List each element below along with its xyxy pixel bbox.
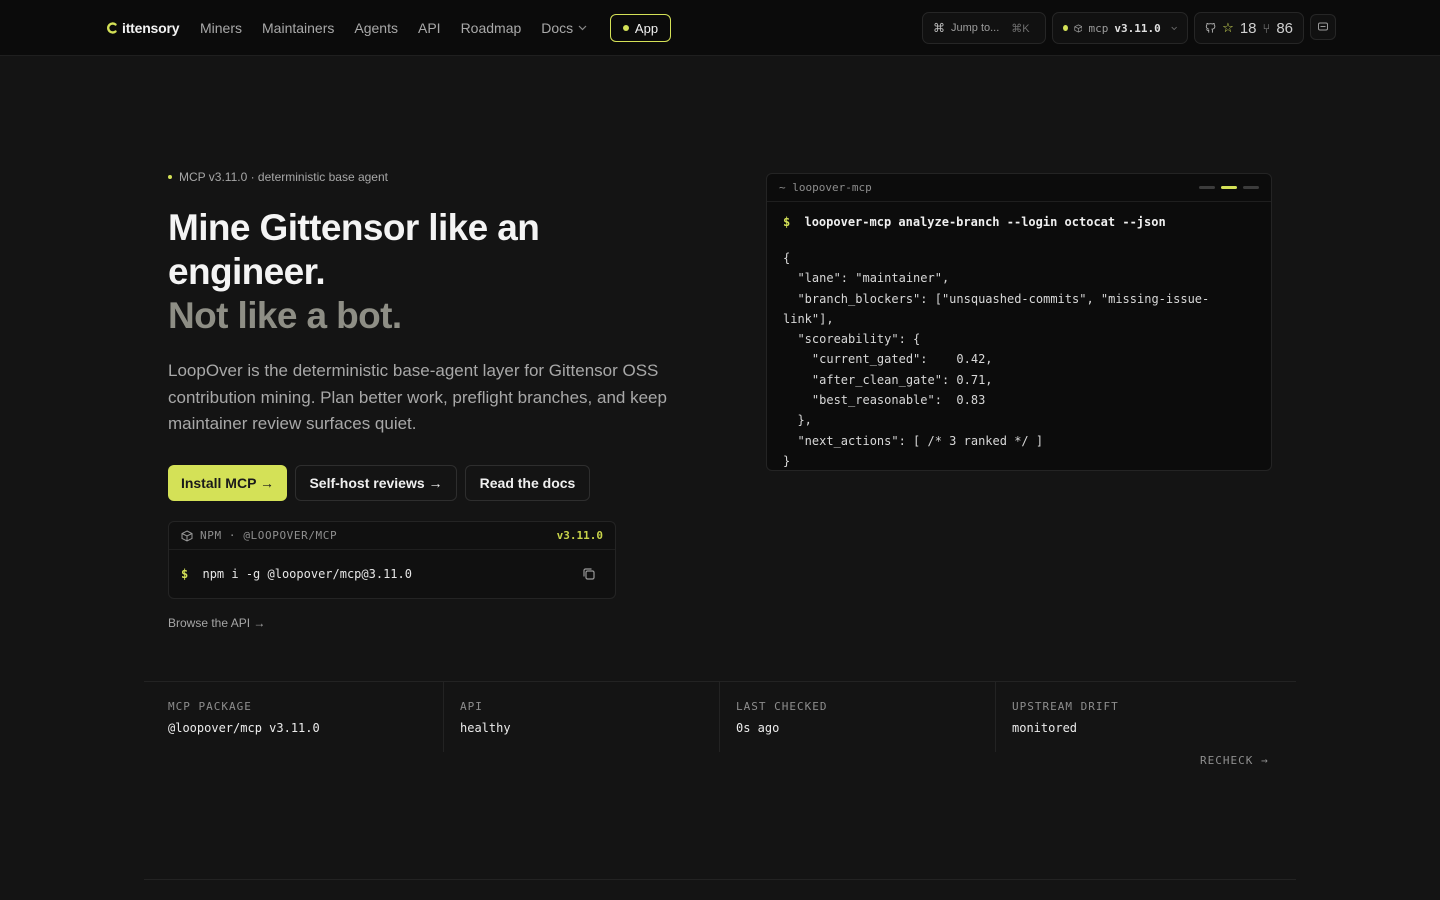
- terminal-tab-indicator-active[interactable]: [1221, 186, 1237, 189]
- nav-link-api[interactable]: API: [418, 20, 441, 36]
- mcp-version: v3.11.0: [1114, 21, 1161, 35]
- copy-icon[interactable]: [581, 566, 597, 582]
- brand-logo[interactable]: ittensory: [106, 18, 180, 38]
- npm-install-command: npm i -g @loopover/mcp@3.11.0: [202, 567, 412, 581]
- shell-prompt: $: [783, 215, 791, 229]
- browse-api-link[interactable]: Browse the API →: [168, 616, 265, 630]
- status-dot-icon: [1063, 25, 1068, 31]
- command-icon: ⌘: [933, 21, 945, 35]
- terminal-tab-indicator[interactable]: [1243, 186, 1259, 189]
- brand-name: ittensory: [122, 20, 180, 36]
- self-host-reviews-button[interactable]: Self-host reviews →: [295, 465, 457, 501]
- nav-link-miners[interactable]: Miners: [200, 20, 242, 36]
- status-value: monitored: [1012, 721, 1078, 735]
- status-value: healthy: [460, 721, 511, 735]
- status-label: API: [460, 700, 483, 713]
- mcp-label: mcp: [1088, 21, 1109, 35]
- terminal-title: ~ loopover-mcp: [779, 181, 872, 194]
- install-mcp-button[interactable]: Install MCP →: [168, 465, 287, 501]
- nav-link-agents[interactable]: Agents: [354, 20, 398, 36]
- brand-mark-icon: [106, 22, 117, 34]
- status-upstream-drift: UPSTREAM DRIFT monitored: [995, 682, 1275, 752]
- eyebrow-dot-icon: [168, 175, 172, 179]
- app-button[interactable]: App: [610, 14, 671, 42]
- npm-command-row: $ npm i -g @loopover/mcp@3.11.0: [169, 550, 615, 598]
- hero-headline: Mine Gittensor like an engineer. Not lik…: [168, 206, 688, 338]
- jump-to-label: Jump to...: [951, 22, 1000, 34]
- star-icon: ☆: [1222, 20, 1234, 35]
- npm-package-label: NPM · @LOOPOVER/MCP: [200, 529, 338, 542]
- status-label: MCP PACKAGE: [168, 700, 252, 713]
- fork-count: 86: [1276, 19, 1293, 37]
- npm-install-card: NPM · @LOOPOVER/MCP v3.11.0 $ npm i -g @…: [168, 521, 616, 599]
- jump-to-search[interactable]: ⌘ Jump to... ⌘K: [922, 12, 1046, 44]
- status-label: UPSTREAM DRIFT: [1012, 700, 1119, 713]
- recheck-button[interactable]: RECHECK →: [1200, 754, 1269, 767]
- terminal-tab-indicator[interactable]: [1199, 186, 1215, 189]
- status-api: API healthy: [443, 682, 720, 752]
- divider: [144, 879, 1296, 880]
- terminal-command-line: $ loopover-mcp analyze-branch --login oc…: [783, 215, 1166, 229]
- terminal-output: { "lane": "maintainer", "branch_blockers…: [783, 251, 1210, 468]
- read-docs-button[interactable]: Read the docs: [465, 465, 590, 501]
- fork-icon: ⑂: [1262, 20, 1271, 36]
- primary-nav: Miners Maintainers Agents API Roadmap Do…: [200, 18, 587, 38]
- jump-shortcut: ⌘K: [1011, 22, 1030, 35]
- status-value: 0s ago: [736, 721, 780, 735]
- nav-link-maintainers[interactable]: Maintainers: [262, 20, 334, 36]
- mcp-version-selector[interactable]: mcp v3.11.0: [1052, 12, 1188, 44]
- status-value: @loopover/mcp v3.11.0: [168, 721, 320, 735]
- nav-docs-dropdown[interactable]: Docs: [541, 20, 587, 36]
- npm-version: v3.11.0: [556, 529, 603, 542]
- nav-link-roadmap[interactable]: Roadmap: [461, 20, 522, 36]
- chat-icon: [1318, 22, 1328, 31]
- shell-prompt: $: [181, 567, 189, 581]
- package-icon: [1074, 23, 1083, 33]
- hero-headline-line1: Mine Gittensor like an engineer.: [168, 207, 540, 292]
- app-button-label: App: [634, 20, 659, 36]
- terminal-tabs: [1199, 186, 1259, 189]
- star-count: 18: [1239, 19, 1257, 37]
- nav-docs-label: Docs: [541, 20, 574, 36]
- hero-headline-line2: Not like a bot.: [168, 295, 402, 336]
- terminal-command: loopover-mcp analyze-branch --login octo…: [804, 215, 1166, 229]
- chevron-down-icon: [1171, 26, 1177, 30]
- github-icon: [1205, 22, 1216, 33]
- status-dot-icon: [622, 25, 629, 31]
- terminal-header: ~ loopover-mcp: [767, 174, 1271, 202]
- chevron-down-icon: [578, 25, 587, 31]
- status-label: LAST CHECKED: [736, 700, 828, 713]
- package-icon: [181, 529, 193, 542]
- hero-eyebrow: MCP v3.11.0 · deterministic base agent: [168, 170, 388, 184]
- hero-eyebrow-text: MCP v3.11.0 · deterministic base agent: [179, 170, 388, 184]
- chat-button[interactable]: [1310, 14, 1336, 40]
- npm-card-header: NPM · @LOOPOVER/MCP v3.11.0: [169, 522, 615, 550]
- github-stats[interactable]: ☆ 18 ⑂ 86: [1194, 12, 1304, 44]
- terminal-window: ~ loopover-mcp $ loopover-mcp analyze-br…: [766, 173, 1272, 471]
- status-mcp-package: MCP PACKAGE @loopover/mcp v3.11.0: [168, 682, 444, 752]
- status-last-checked: LAST CHECKED 0s ago: [719, 682, 996, 752]
- hero-description: LoopOver is the deterministic base-agent…: [168, 361, 667, 433]
- top-nav: ittensory Miners Maintainers Agents API …: [0, 0, 1440, 56]
